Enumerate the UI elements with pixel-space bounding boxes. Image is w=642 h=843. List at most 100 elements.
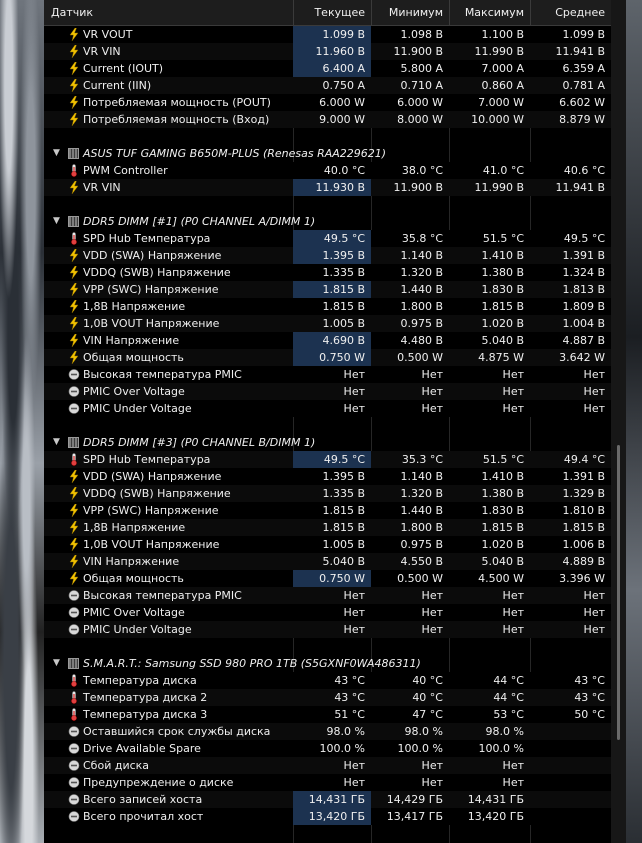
device-group-header[interactable]: ▼ ASUS TUF GAMING B650M-PLUS (Renesas RAA…	[44, 145, 611, 162]
sensor-row[interactable]: PMIC Under Voltage Нет Нет Нет Нет	[44, 621, 611, 638]
value-max: 10.000 W	[471, 113, 524, 126]
value-max: 11.990 В	[474, 45, 524, 58]
sensor-row[interactable]: VDDQ (SWB) Напряжение 1.335 В 1.320 В 1.380…	[44, 485, 611, 502]
sensor-row[interactable]: Общая мощность 0.750 W 0.500 W 4.500 W 3.396…	[44, 570, 611, 587]
sensor-row[interactable]: 1,8В Напряжение 1.815 В 1.800 В 1.815 В 1.81…	[44, 519, 611, 536]
value-max: 53 °C	[493, 708, 524, 721]
value-avg: 43 °C	[574, 674, 605, 687]
chip-icon	[68, 437, 79, 448]
value-min: 38.0 °C	[401, 164, 443, 177]
value-min: Нет	[421, 385, 443, 398]
sensor-row[interactable]: PMIC Over Voltage Нет Нет Нет Нет	[44, 383, 611, 400]
device-group-header[interactable]: ▼ S.M.A.R.T.: Samsung SSD 980 PRO 1TB (S5…	[44, 655, 611, 672]
sensor-row[interactable]: VIN Напряжение 5.040 В 4.550 В 5.040 В 4.889…	[44, 553, 611, 570]
value-avg: Нет	[583, 385, 605, 398]
device-group-header[interactable]: ▼ DDR5 DIMM [#1] (P0 CHANNEL A/DIMM 1)	[44, 213, 611, 230]
value-min: 11.900 В	[393, 181, 443, 194]
value-min: 1.440 В	[400, 283, 443, 296]
voltage-icon	[68, 351, 80, 364]
voltage-icon	[68, 181, 80, 194]
sensor-name: VR VOUT	[83, 28, 133, 41]
col-sensor[interactable]: Датчик	[44, 0, 293, 25]
value-max: 44 °C	[493, 691, 524, 704]
sensor-row[interactable]: Всего прочитал хост 13,420 ГБ 13,417 ГБ 13,…	[44, 808, 611, 825]
sensor-row[interactable]: SPD Hub Температура 49.5 °C 35.8 °C 51.5 °C…	[44, 230, 611, 247]
sensor-row[interactable]: VPP (SWC) Напряжение 1.815 В 1.440 В 1.830 …	[44, 502, 611, 519]
collapse-chevron-icon[interactable]: ▼	[53, 655, 60, 672]
value-max: 4.500 W	[478, 572, 524, 585]
sensor-row[interactable]: PMIC Under Voltage Нет Нет Нет Нет	[44, 400, 611, 417]
status-icon	[68, 793, 80, 806]
sensor-name: Температура диска	[83, 674, 197, 687]
sensor-name: Потребляемая мощность (POUT)	[83, 96, 271, 109]
value-current: 5.040 В	[322, 555, 365, 568]
sensor-row[interactable]: Оставшийся срок службы диска 98.0 % 98.0 %…	[44, 723, 611, 740]
sensor-row[interactable]: VDDQ (SWB) Напряжение 1.335 В 1.320 В 1.380…	[44, 264, 611, 281]
value-avg: Нет	[583, 623, 605, 636]
col-max[interactable]: Максимум	[449, 0, 530, 25]
sensor-row[interactable]: Потребляемая мощность (POUT) 6.000 W 6.000…	[44, 94, 611, 111]
sensor-row[interactable]: PMIC Over Voltage Нет Нет Нет Нет	[44, 604, 611, 621]
value-max: Нет	[502, 402, 524, 415]
sensor-row[interactable]: Температура диска 2 43 °C 40 °C 44 °C 43 °C	[44, 689, 611, 706]
sensor-row[interactable]: SPD Hub Температура 49.5 °C 35.3 °C 51.5 °C…	[44, 451, 611, 468]
sensor-name: Потребляемая мощность (Вход)	[83, 113, 270, 126]
value-current: 6.400 A	[293, 60, 371, 77]
sensor-row[interactable]: PWM Controller 40.0 °C 38.0 °C 41.0 °C 40.6 …	[44, 162, 611, 179]
sensor-row[interactable]: Общая мощность 0.750 W 0.500 W 4.875 W 3.642…	[44, 349, 611, 366]
sensor-name: Всего записей хоста	[83, 793, 203, 806]
vertical-scrollbar[interactable]	[611, 0, 626, 843]
value-current: 49.5 °C	[293, 230, 371, 247]
sensor-row[interactable]: Drive Available Spare 100.0 % 100.0 % 100.0…	[44, 740, 611, 757]
value-avg: Нет	[583, 402, 605, 415]
device-group-header[interactable]: ▼ DDR5 DIMM [#3] (P0 CHANNEL B/DIMM 1)	[44, 434, 611, 451]
value-min: 1.098 В	[400, 28, 443, 41]
thermometer-icon	[68, 232, 80, 245]
sensor-row[interactable]: 1,0В VOUT Напряжение 1.005 В 0.975 В 1.020 …	[44, 536, 611, 553]
desktop-background-right	[626, 0, 642, 843]
collapse-chevron-icon[interactable]: ▼	[53, 434, 60, 451]
value-max: Нет	[502, 368, 524, 381]
scrollbar-thumb[interactable]	[617, 445, 620, 740]
value-min: 1.140 В	[400, 249, 443, 262]
sensor-row[interactable]: VDD (SWA) Напряжение 1.395 В 1.140 В 1.410 …	[44, 247, 611, 264]
sensor-row[interactable]: VR VIN 11.960 В 11.900 В 11.990 В 11.941 В	[44, 43, 611, 60]
sensor-row[interactable]: Current (IIN) 0.750 A 0.710 A 0.860 A 0.781 …	[44, 77, 611, 94]
sensor-row[interactable]: Сбой диска Нет Нет Нет	[44, 757, 611, 774]
value-avg: 1.810 В	[562, 504, 605, 517]
sensor-row[interactable]: VPP (SWC) Напряжение 1.815 В 1.440 В 1.830 …	[44, 281, 611, 298]
sensor-row[interactable]: Current (IOUT) 6.400 A 5.800 A 7.000 A 6.359…	[44, 60, 611, 77]
sensor-row[interactable]: Температура диска 3 51 °C 47 °C 53 °C 50 °C	[44, 706, 611, 723]
value-avg: 8.879 W	[559, 113, 605, 126]
sensor-row[interactable]: 1,8В Напряжение 1.815 В 1.800 В 1.815 В 1.80…	[44, 298, 611, 315]
sensor-list: VR VOUT 1.099 В 1.098 В 1.100 В 1.099 В VR VI…	[44, 26, 611, 825]
sensor-row[interactable]: Всего записей хоста 14,431 ГБ 14,429 ГБ 14,…	[44, 791, 611, 808]
sensor-row[interactable]: Высокая температура PMIC Нет Нет Нет Нет	[44, 366, 611, 383]
collapse-chevron-icon[interactable]: ▼	[53, 145, 60, 162]
value-current: 100.0 %	[319, 742, 365, 755]
value-max: 1.020 В	[481, 317, 524, 330]
sensor-row[interactable]: VR VIN 11.930 В 11.900 В 11.990 В 11.941 В	[44, 179, 611, 196]
col-min[interactable]: Минимум	[371, 0, 449, 25]
value-min: 5.800 A	[400, 62, 443, 75]
sensor-name: Высокая температура PMIC	[83, 368, 242, 381]
thermometer-icon	[68, 691, 80, 704]
row-spacer	[44, 196, 611, 213]
sensor-row[interactable]: Потребляемая мощность (Вход) 9.000 W 8.000…	[44, 111, 611, 128]
sensor-name: VR VIN	[83, 45, 121, 58]
value-max: 11.990 В	[474, 181, 524, 194]
sensor-row[interactable]: 1,0В VOUT Напряжение 1.005 В 0.975 В 1.020 …	[44, 315, 611, 332]
sensor-row[interactable]: Высокая температура PMIC Нет Нет Нет Нет	[44, 587, 611, 604]
sensor-row[interactable]: VR VOUT 1.099 В 1.098 В 1.100 В 1.099 В	[44, 26, 611, 43]
sensor-row[interactable]: Температура диска 43 °C 40 °C 44 °C 43 °C	[44, 672, 611, 689]
sensor-row[interactable]: VDD (SWA) Напряжение 1.395 В 1.140 В 1.410 …	[44, 468, 611, 485]
col-current[interactable]: Текущее	[293, 0, 371, 25]
sensor-row[interactable]: VIN Напряжение 4.690 В 4.480 В 5.040 В 4.887…	[44, 332, 611, 349]
value-avg: 1.813 В	[562, 283, 605, 296]
device-name: S.M.A.R.T.: Samsung SSD 980 PRO 1TB (S5G…	[83, 657, 421, 670]
status-icon	[68, 742, 80, 755]
sensor-row[interactable]: Предупреждение о диске Нет Нет Нет	[44, 774, 611, 791]
value-current: 1.395 В	[293, 247, 371, 264]
collapse-chevron-icon[interactable]: ▼	[53, 213, 60, 230]
col-avg[interactable]: Среднее	[530, 0, 611, 25]
